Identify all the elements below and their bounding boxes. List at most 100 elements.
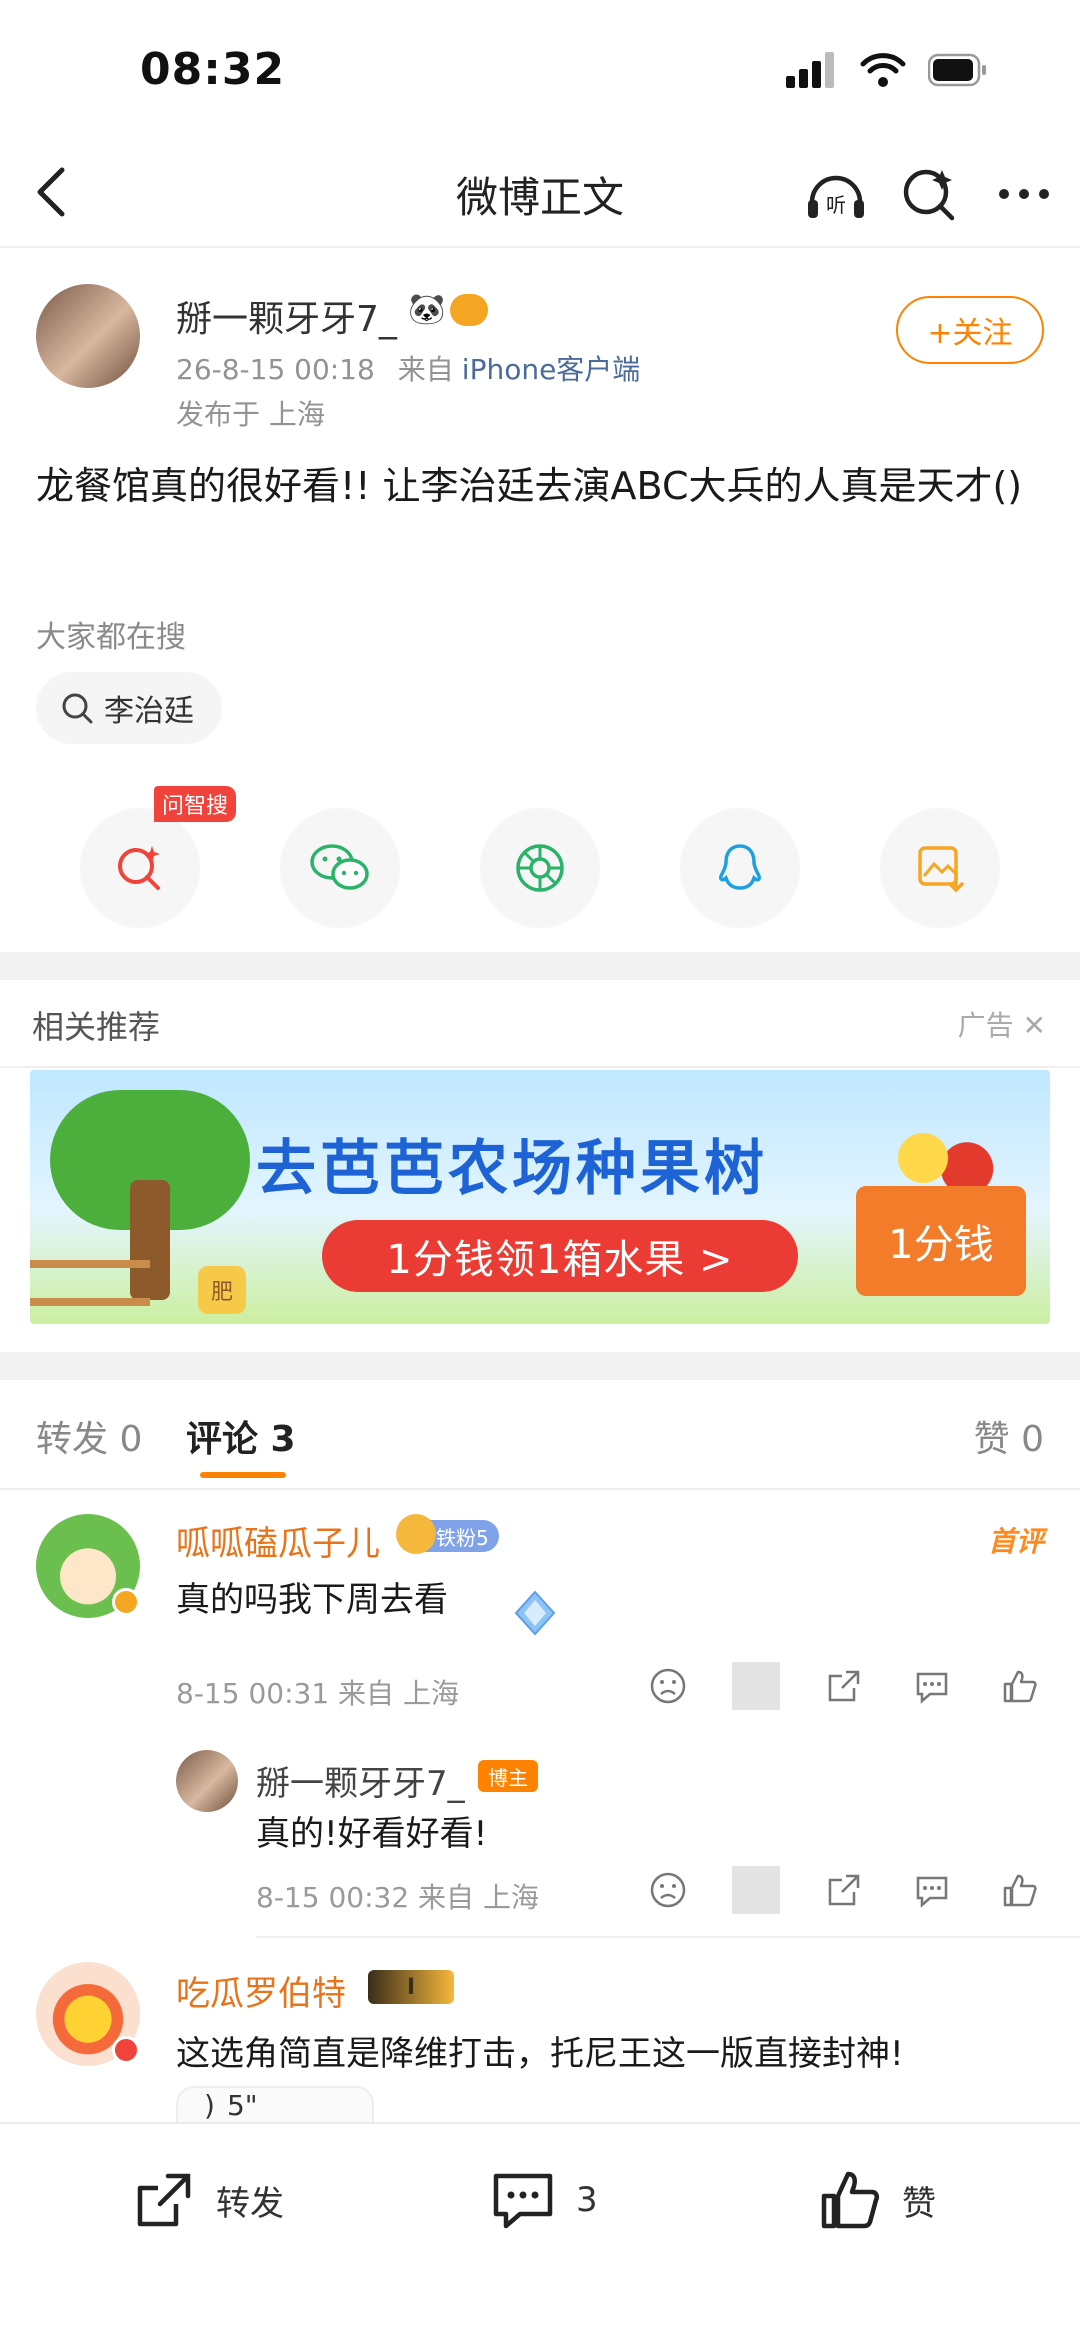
trending-search-text: 李治廷: [104, 694, 194, 729]
verified-badge-icon: [112, 1588, 140, 1616]
post-text: 龙餐馆真的很好看!! 让李治廷去演ABC大兵的人真是天才(): [36, 464, 1023, 508]
author-avatar[interactable]: [36, 284, 140, 388]
post-meta: 26-8-15 00:18 来自 iPhone客户端: [176, 348, 640, 388]
post-time: 26-8-15 00:18: [176, 353, 375, 386]
share-moments-button[interactable]: [480, 808, 600, 928]
active-tab-indicator: [200, 1472, 286, 1478]
repost-label: 转发: [216, 2183, 284, 2224]
section-divider: [0, 1352, 1080, 1380]
fish-badge-icon: [450, 294, 488, 326]
panda-badge-icon: 🐼: [408, 292, 446, 327]
dislike-icon[interactable]: [644, 1662, 692, 1710]
search-icon: [62, 693, 93, 724]
share-qq-button[interactable]: [680, 808, 800, 928]
status-bar: 08:32: [0, 0, 1080, 140]
wifi-icon: [860, 53, 906, 87]
signal-icon: [786, 52, 834, 88]
section-divider: [0, 952, 1080, 980]
tab-comments[interactable]: 评论 3: [186, 1410, 296, 1462]
fan-level-badge: 铁粉5: [396, 1514, 499, 1554]
action-divider: [732, 1662, 780, 1710]
post-source[interactable]: iPhone客户端: [462, 353, 641, 386]
reply-avatar[interactable]: [176, 1750, 238, 1812]
comment-actions: [644, 1662, 1044, 1710]
comment-divider: [256, 1936, 1080, 1938]
nav-actions: 听: [804, 162, 1056, 226]
diamond-sticker-icon: [514, 1590, 556, 1636]
smart-search-tag: 问智搜: [154, 786, 237, 822]
share-icon[interactable]: [820, 1866, 868, 1914]
tab-bar: 转发 0 评论 3 赞 0: [0, 1380, 1080, 1490]
share-smart-search-button[interactable]: [80, 808, 200, 928]
reply-text: 真的!好看好看!: [256, 1814, 488, 1854]
save-image-icon: [918, 846, 964, 893]
like-icon[interactable]: [996, 1662, 1044, 1710]
share-icon[interactable]: [820, 1662, 868, 1710]
wechat-icon: [310, 844, 369, 890]
close-icon: ✕: [1022, 1009, 1046, 1042]
comment-meta: 8-15 00:31 来自 上海: [176, 1677, 459, 1710]
smart-search-icon[interactable]: [898, 162, 962, 226]
ad-cta-button[interactable]: 1分钱领1箱水果 >: [322, 1220, 798, 1292]
reply-icon[interactable]: [908, 1866, 956, 1914]
repost-icon: [137, 2173, 191, 2227]
voice-duration: 5": [226, 2089, 258, 2122]
ad-label: 广告: [957, 1009, 1014, 1042]
more-icon[interactable]: [992, 162, 1056, 226]
level-badge: I: [368, 1970, 454, 2004]
like-icon[interactable]: [996, 1866, 1044, 1914]
commenter-name[interactable]: 吃瓜罗伯特: [176, 1966, 346, 2015]
verified-badge-icon: [112, 2036, 140, 2064]
reply-meta: 8-15 00:32 来自 上海: [256, 1881, 539, 1914]
action-divider: [732, 1866, 780, 1914]
moments-icon: [516, 844, 564, 892]
follow-button[interactable]: +关注: [896, 296, 1044, 364]
status-time: 08:32: [140, 44, 286, 95]
reply-actions: [644, 1866, 1044, 1914]
reply-name[interactable]: 掰一颗牙牙7_: [256, 1756, 465, 1805]
tab-likes[interactable]: 赞 0: [974, 1410, 1044, 1462]
crown-icon: [396, 1514, 436, 1554]
recommend-title: 相关推荐: [32, 1008, 161, 1046]
comment-text: 这选角简直是降维打击，托尼王这一版直接封神!: [176, 2034, 904, 2074]
ad-banner[interactable]: 肥 去芭芭农场种果树 1分钱领1箱水果 > 1分钱: [30, 1070, 1050, 1324]
recommend-header: 相关推荐 广告 ✕: [0, 980, 1080, 1068]
fence-illustration: [30, 1260, 150, 1306]
tab-reposts[interactable]: 转发 0: [36, 1410, 142, 1462]
blogger-tag: 博主: [478, 1760, 538, 1792]
dislike-icon[interactable]: [644, 1866, 692, 1914]
status-icons: [786, 52, 988, 88]
fertilizer-jar: 肥: [198, 1266, 246, 1314]
qq-icon: [719, 844, 761, 890]
post-source-prefix: 来自: [397, 353, 454, 386]
post-location: 发布于 上海: [176, 398, 325, 431]
comment-count: 3: [576, 2180, 598, 2220]
trending-search-chip[interactable]: 李治廷: [36, 672, 222, 744]
svg-text:听: 听: [826, 193, 846, 217]
like-button[interactable]: 赞: [818, 2168, 936, 2232]
nav-bar: 微博正文 听: [0, 140, 1080, 248]
ad-close-button[interactable]: 广告 ✕: [958, 1004, 1046, 1044]
author-name[interactable]: 掰一颗牙牙7_: [176, 290, 397, 342]
reply-icon[interactable]: [908, 1662, 956, 1710]
comment-text: 真的吗我下周去看: [176, 1580, 448, 1620]
repost-button[interactable]: 转发: [132, 2168, 284, 2232]
comment-button[interactable]: 3: [490, 2168, 598, 2232]
fan-level-text: 铁粉5: [436, 1525, 489, 1550]
comment-icon: [493, 2173, 553, 2229]
smart-search-icon: [118, 846, 160, 890]
voice-message[interactable]: ) 5": [176, 2086, 374, 2122]
listen-icon[interactable]: 听: [804, 162, 868, 226]
ad-fruit-box: 1分钱: [856, 1186, 1026, 1296]
share-wechat-button[interactable]: [280, 808, 400, 928]
battery-icon: [928, 53, 986, 87]
voice-icon: ): [204, 2089, 215, 2122]
commenter-name[interactable]: 呱呱磕瓜子儿: [176, 1516, 380, 1565]
bottom-action-bar: 转发 3 赞: [0, 2122, 1080, 2341]
like-label: 赞: [902, 2183, 936, 2224]
ad-headline: 去芭芭农场种果树: [256, 1134, 768, 1204]
share-row: 问智搜: [0, 786, 1080, 928]
thumbs-up-icon: [821, 2171, 880, 2229]
first-comment-tag: 首评: [987, 1525, 1044, 1558]
save-image-button[interactable]: [880, 808, 1000, 928]
